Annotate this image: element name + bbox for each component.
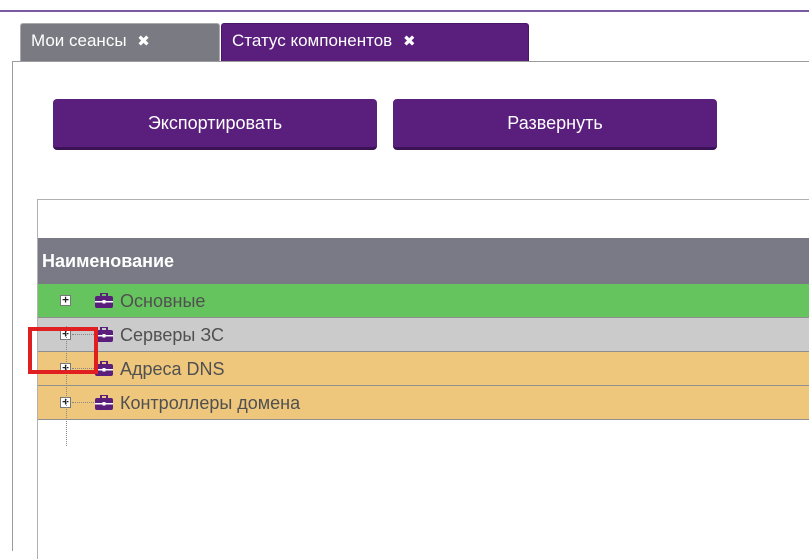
tree-row-domain-controllers[interactable]: + Контроллеры домена [38, 386, 809, 420]
column-header-name[interactable]: Наименование [38, 238, 809, 284]
tree-row-label: Серверы ЗС [120, 325, 225, 345]
expand-button[interactable]: Развернуть [393, 99, 717, 150]
tree-row-label: Основные [120, 291, 206, 311]
tab-label: Мои сеансы [31, 31, 127, 50]
tree-row-servers[interactable]: + Серверы ЗС [38, 318, 809, 352]
expand-toggle[interactable]: + [60, 294, 71, 306]
close-icon[interactable]: ✖ [403, 33, 416, 50]
highlight-box [28, 327, 98, 374]
tree-row-label: Контроллеры домена [120, 393, 301, 413]
tree-row-main[interactable]: + Основные [38, 284, 809, 318]
export-button[interactable]: Экспортировать [53, 99, 377, 150]
briefcase-icon [95, 394, 113, 410]
tab-my-sessions[interactable]: Мои сеансы ✖ [20, 23, 220, 61]
tree-connector [72, 402, 94, 403]
tree-row-label: Адреса DNS [120, 359, 225, 379]
tree-row-dns[interactable]: + Адреса DNS [38, 352, 809, 386]
briefcase-icon [95, 292, 113, 308]
tab-label: Статус компонентов [232, 31, 393, 50]
top-divider [0, 10, 809, 12]
tab-component-status[interactable]: Статус компонентов ✖ [221, 23, 529, 61]
close-icon[interactable]: ✖ [137, 33, 150, 50]
